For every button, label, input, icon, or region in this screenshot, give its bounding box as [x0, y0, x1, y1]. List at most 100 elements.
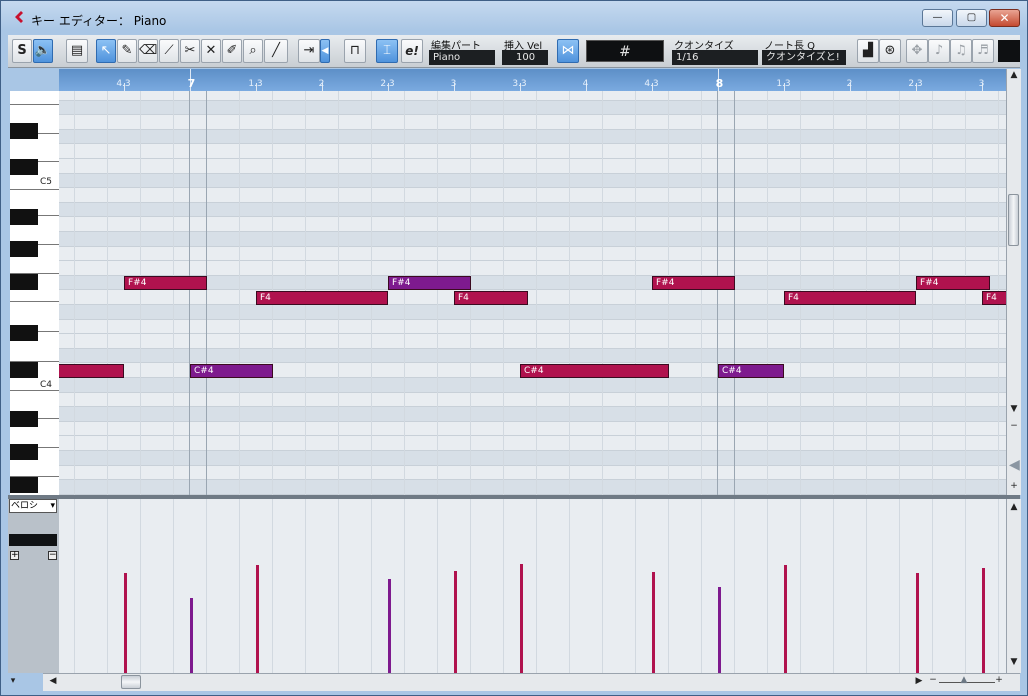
- step-input-button[interactable]: ▟: [857, 39, 879, 63]
- zoom-tool[interactable]: ⌕: [243, 39, 263, 63]
- acoustic-feedback-button[interactable]: 🔈: [33, 39, 53, 63]
- pitch-line: [59, 128, 1006, 130]
- lane-scroll-up-icon[interactable]: ▲: [1007, 502, 1021, 512]
- edit-part-field[interactable]: 編集パート Piano: [429, 37, 495, 65]
- black-key[interactable]: [10, 123, 38, 139]
- object-selection-tool[interactable]: ↖: [96, 39, 116, 63]
- velocity-bar[interactable]: [916, 573, 919, 673]
- velocity-bar[interactable]: [124, 573, 127, 673]
- vertical-zoom-slider[interactable]: ◀: [1009, 457, 1020, 473]
- insert-velocity-field[interactable]: 挿入 Vel 100: [502, 37, 548, 65]
- auto-scroll-button[interactable]: ⇥: [298, 39, 320, 63]
- scroll-right-icon[interactable]: ▶: [913, 676, 925, 686]
- note-length-value[interactable]: クオンタイズと!: [762, 50, 846, 65]
- split-tool[interactable]: ✂: [180, 39, 200, 63]
- note-grid[interactable]: F#4 F4 F#4 F4 F#4 F4 F#4 F4 C#4 C#4 C#4: [59, 91, 1006, 495]
- note-event[interactable]: F4: [454, 291, 528, 305]
- mute-tool[interactable]: ✕: [201, 39, 221, 63]
- black-key[interactable]: [10, 362, 38, 378]
- edit-part-value[interactable]: Piano: [429, 50, 495, 65]
- lane-menu-icon[interactable]: ▾: [7, 676, 19, 686]
- h-zoom-in-icon[interactable]: +: [993, 675, 1005, 685]
- midi-input-button[interactable]: ⊛: [879, 39, 901, 63]
- note-off-velocity-button[interactable]: ♬: [972, 39, 994, 63]
- note-event[interactable]: C#4: [520, 364, 669, 378]
- insert-velocity-value[interactable]: 100: [502, 50, 548, 65]
- minimize-button[interactable]: —: [922, 9, 953, 27]
- solo-button[interactable]: S: [12, 39, 32, 63]
- note-event[interactable]: F4: [784, 291, 916, 305]
- black-key[interactable]: [10, 159, 38, 175]
- trim-tool[interactable]: ⟋: [159, 39, 179, 63]
- scroll-down-icon[interactable]: ▼: [1007, 404, 1021, 414]
- title-bar[interactable]: キー エディター： Piano — ▢ ✕: [1, 1, 1027, 35]
- vertical-scrollbar[interactable]: ▲ ▼ − ◀ +: [1006, 69, 1021, 495]
- note-on-velocity-button[interactable]: ♫: [950, 39, 972, 63]
- note-event[interactable]: F#4: [124, 276, 207, 290]
- note-event[interactable]: F#4: [388, 276, 471, 290]
- horizontal-scrollbar[interactable]: ▾ ◀ ▶ − ▲ +: [11, 673, 1020, 691]
- note-event[interactable]: F4: [256, 291, 388, 305]
- velocity-bar[interactable]: [784, 565, 787, 673]
- part-boundary-button[interactable]: ⊓: [344, 39, 366, 63]
- pitch-button[interactable]: ♪: [928, 39, 950, 63]
- line-tool[interactable]: ╱: [264, 39, 288, 63]
- note-event[interactable]: F4: [982, 291, 1006, 305]
- black-key[interactable]: [10, 241, 38, 257]
- show-info-button[interactable]: ▤: [66, 39, 88, 63]
- black-key[interactable]: [10, 477, 38, 493]
- auto-scroll-menu[interactable]: ◀: [320, 39, 330, 63]
- note-event[interactable]: C#4: [190, 364, 273, 378]
- move-insert-button[interactable]: ✥: [906, 39, 928, 63]
- erase-tool[interactable]: ⌫: [138, 39, 158, 63]
- scroll-left-icon[interactable]: ◀: [47, 676, 59, 686]
- timeline-ruler[interactable]: 4.3 7 1.3 2 2.3 3 3.3 4 4.3 8 1.3 2 2.3 3: [59, 69, 1006, 91]
- edit-active-part-button[interactable]: e!: [401, 39, 423, 63]
- note-length-field[interactable]: ノート長 Q クオンタイズと!: [762, 37, 846, 65]
- zoom-out-icon[interactable]: −: [1007, 421, 1021, 431]
- scroll-up-icon[interactable]: ▲: [1007, 70, 1021, 80]
- velocity-bar[interactable]: [718, 587, 721, 673]
- velocity-bar[interactable]: [454, 571, 457, 673]
- note-event[interactable]: F#4: [916, 276, 990, 290]
- grid-type-display[interactable]: #: [586, 40, 664, 62]
- controller-select[interactable]: ベロシ ▾: [9, 499, 57, 513]
- glue-tool[interactable]: ✐: [222, 39, 242, 63]
- zoom-in-icon[interactable]: +: [1007, 481, 1021, 491]
- velocity-bar[interactable]: [190, 598, 193, 673]
- lane-scroll-down-icon[interactable]: ▼: [1007, 657, 1021, 667]
- horizontal-zoom-slider[interactable]: ▲: [958, 675, 970, 685]
- velocity-bar[interactable]: [388, 579, 391, 673]
- vertical-scroll-thumb[interactable]: [1008, 194, 1019, 246]
- black-key[interactable]: [10, 411, 38, 427]
- velocity-lane[interactable]: [59, 499, 1006, 673]
- velocity-bar[interactable]: [520, 564, 523, 673]
- quantize-value[interactable]: 1/16: [672, 50, 758, 65]
- quantize-field[interactable]: クオンタイズ 1/16: [672, 37, 758, 65]
- add-lane-button[interactable]: +: [10, 551, 19, 560]
- piano-keyboard[interactable]: C5 C4: [10, 91, 60, 495]
- maximize-button[interactable]: ▢: [956, 9, 987, 27]
- show-part-borders-button[interactable]: ⌶: [376, 39, 398, 63]
- black-key-lane: [59, 172, 1006, 188]
- velocity-grid-line: [470, 499, 471, 673]
- velocity-lane-scrollbar[interactable]: ▲ ▼: [1006, 499, 1021, 673]
- color-display[interactable]: [998, 40, 1020, 62]
- black-key[interactable]: [10, 274, 38, 290]
- velocity-bar[interactable]: [256, 565, 259, 673]
- black-key[interactable]: [10, 209, 38, 225]
- black-key[interactable]: [10, 325, 38, 341]
- remove-lane-button[interactable]: −: [48, 551, 57, 560]
- snap-button[interactable]: ⋈: [557, 39, 579, 63]
- triangle-left-icon: ◀: [321, 46, 329, 56]
- note-event[interactable]: F#4: [652, 276, 735, 290]
- draw-tool[interactable]: ✎: [117, 39, 137, 63]
- close-button[interactable]: ✕: [989, 9, 1020, 27]
- black-key[interactable]: [10, 444, 38, 460]
- velocity-bar[interactable]: [652, 572, 655, 673]
- velocity-bar[interactable]: [982, 568, 985, 673]
- horizontal-scroll-thumb[interactable]: [121, 675, 141, 689]
- note-event[interactable]: [59, 364, 124, 378]
- note-event[interactable]: C#4: [718, 364, 784, 378]
- h-zoom-out-icon[interactable]: −: [927, 675, 939, 685]
